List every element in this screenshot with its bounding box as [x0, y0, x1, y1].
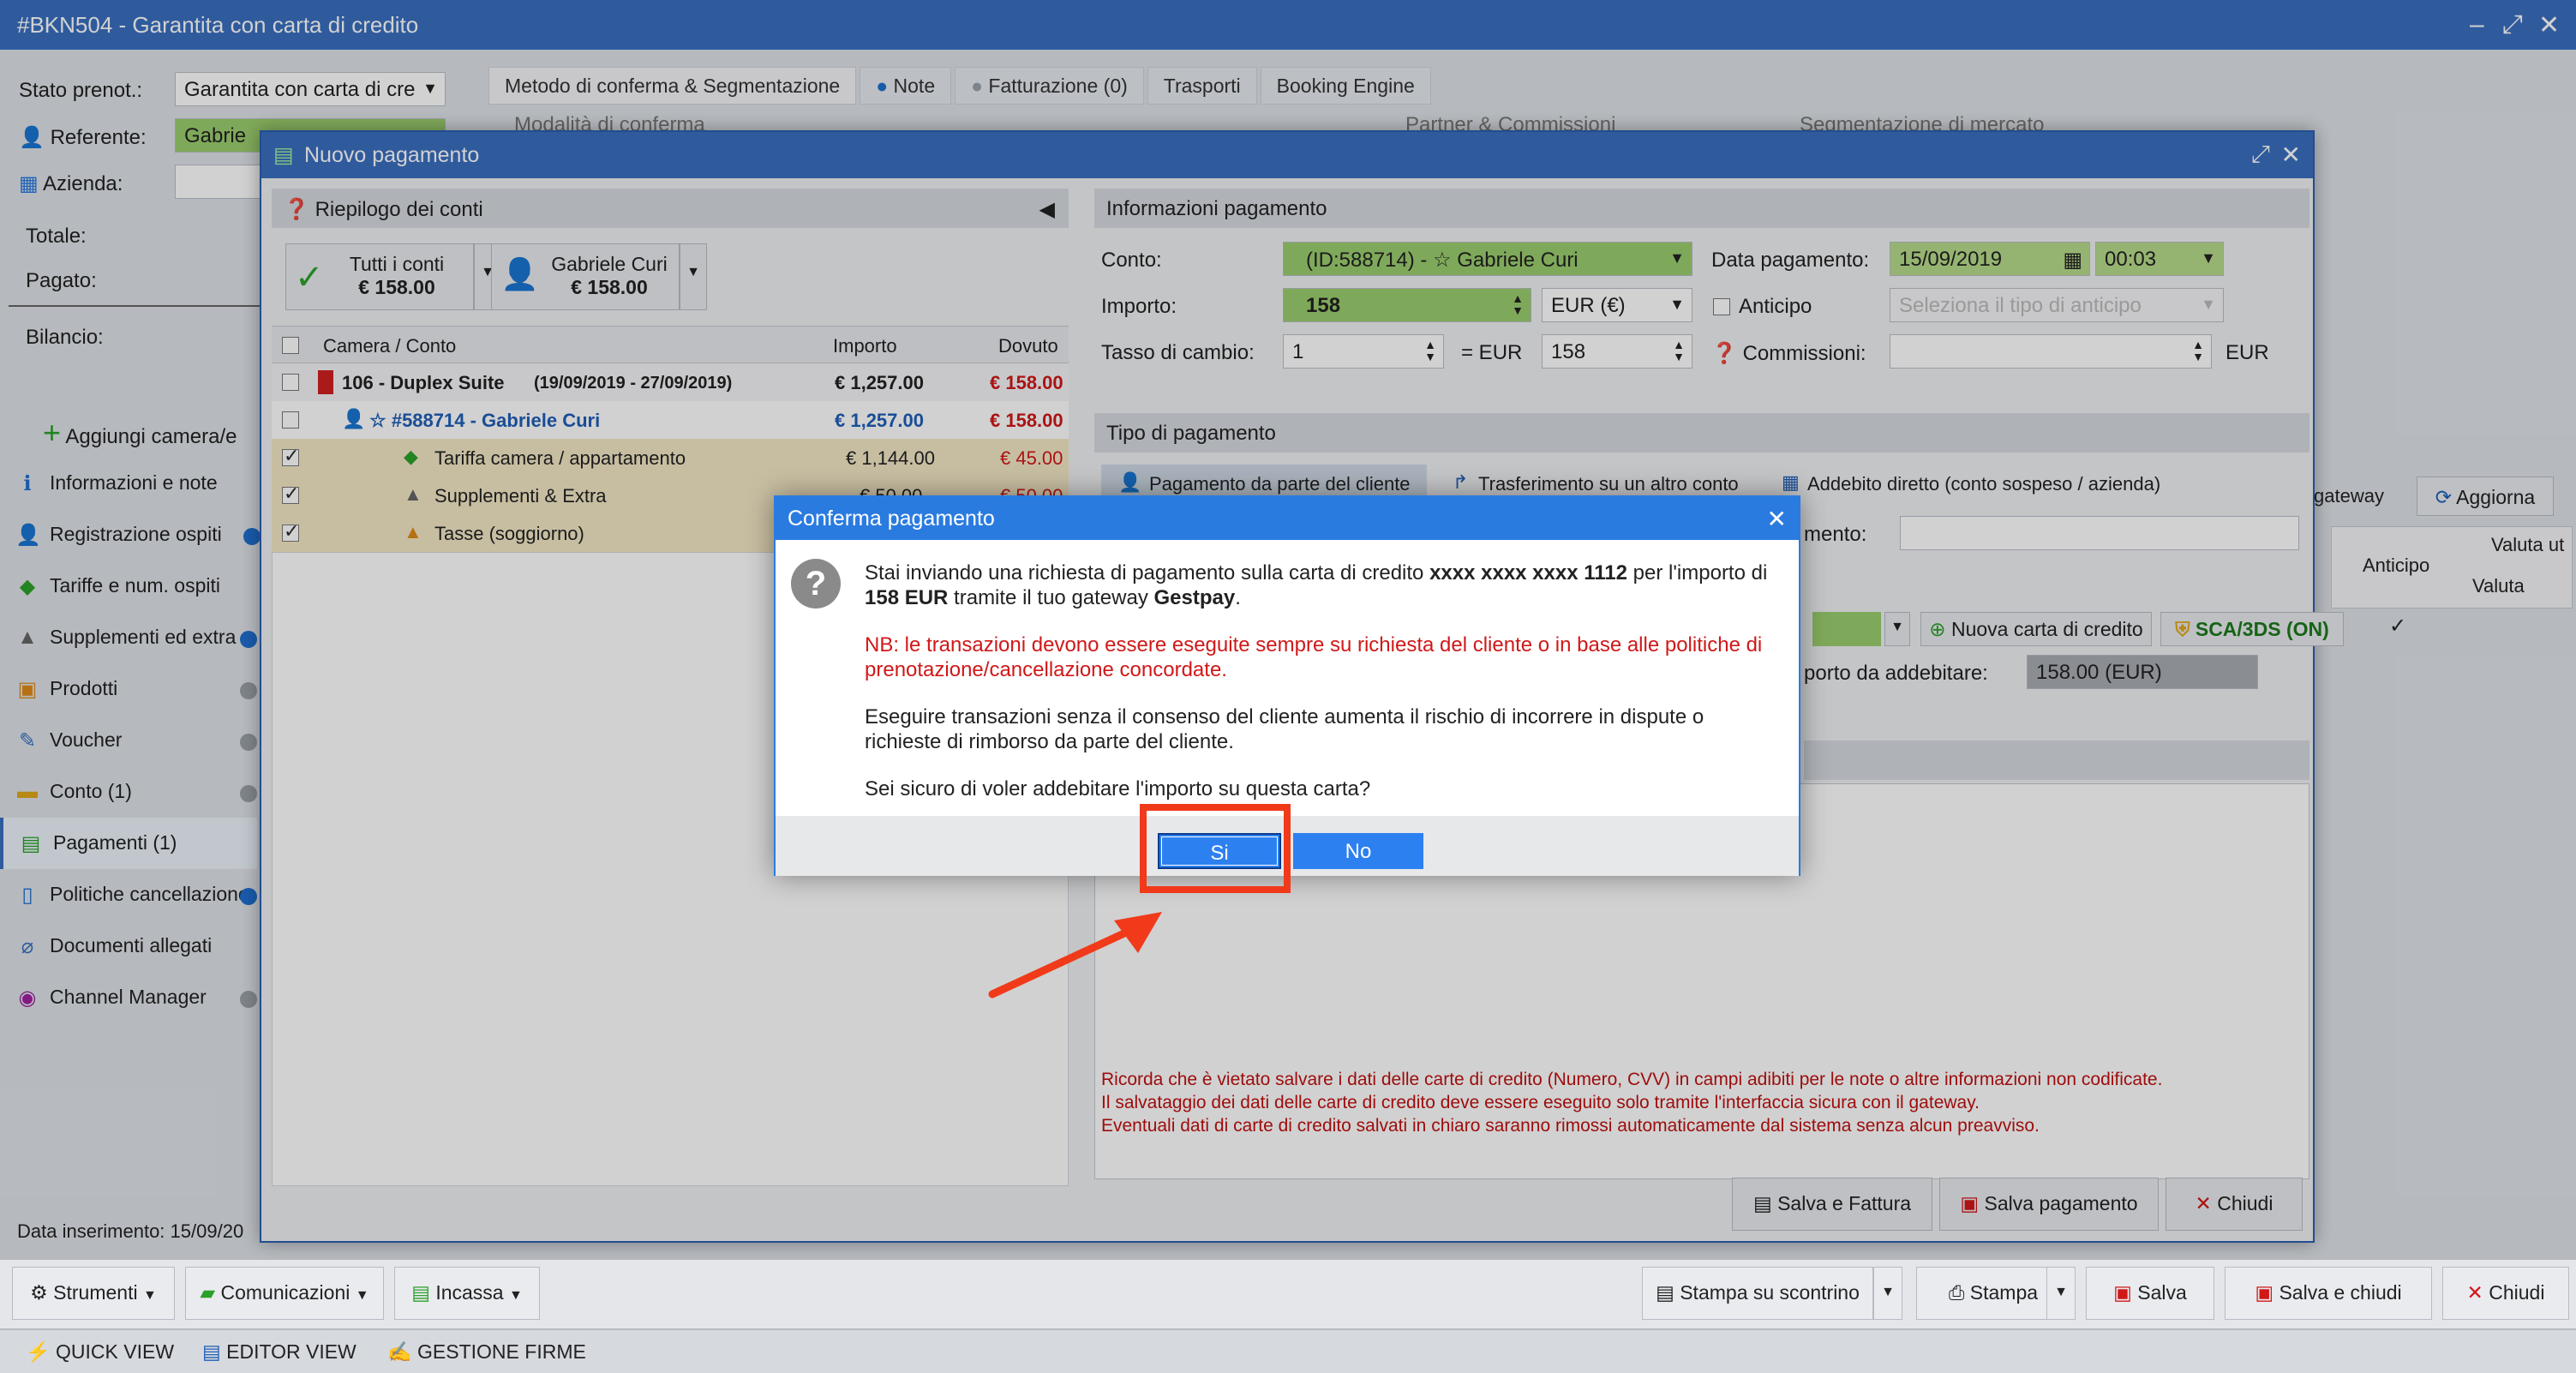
salva-chiudi-button[interactable]: ▣ Salva e chiudi: [2225, 1267, 2432, 1320]
editor-icon: ▤: [202, 1340, 221, 1363]
status-bar: ⚡ QUICK VIEW ▤ EDITOR VIEW ✍ GESTIONE FI…: [0, 1330, 2576, 1373]
signature-icon: ✍: [387, 1340, 412, 1363]
gear-icon: ⚙: [30, 1281, 48, 1304]
annotation-highlight-box: [1140, 804, 1291, 893]
dialog-message: Stai inviando una richiesta di pagamento…: [865, 561, 1782, 824]
money-icon: ▤: [411, 1281, 430, 1304]
dialog-paragraph-3: Eseguire transazioni senza il consenso d…: [865, 705, 1704, 753]
dialog-paragraph-4: Sei sicuro di voler addebitare l'importo…: [865, 777, 1371, 800]
save-icon: ▣: [2255, 1281, 2274, 1304]
comunicazioni-button[interactable]: ▰ Comunicazioni ▼: [185, 1267, 384, 1320]
dialog-paragraph-2: NB: le transazioni devono essere eseguit…: [865, 633, 1763, 681]
close-icon[interactable]: ✕: [1767, 505, 1787, 533]
close-icon: ✕: [2466, 1281, 2483, 1304]
receipt-icon: ▤: [1656, 1281, 1674, 1304]
stampa-scontrino-button[interactable]: ▤ Stampa su scontrino: [1642, 1267, 1873, 1320]
annotation-arrow-icon: [988, 912, 1162, 998]
incassa-button[interactable]: ▤ Incassa ▼: [394, 1267, 540, 1320]
no-button[interactable]: No: [1293, 833, 1423, 869]
lightning-icon: ⚡: [26, 1340, 51, 1363]
editor-view-tab[interactable]: ▤ EDITOR VIEW: [202, 1340, 356, 1364]
dialog-titlebar: Conferma pagamento ✕: [776, 497, 1799, 540]
quick-view-tab[interactable]: ⚡ QUICK VIEW: [26, 1340, 174, 1364]
dialog-title: Conferma pagamento: [788, 507, 995, 531]
bottom-toolbar: ⚙ Strumenti ▼ ▰ Comunicazioni ▼ ▤ Incass…: [0, 1260, 2576, 1328]
chevron-down-icon: ▼: [143, 1288, 157, 1303]
save-icon: ▣: [2113, 1281, 2132, 1304]
chiudi-button[interactable]: ✕ Chiudi: [2442, 1267, 2569, 1320]
dialog-paragraph-1: Stai inviando una richiesta di pagamento…: [865, 561, 1768, 609]
salva-button[interactable]: ▣ Salva: [2086, 1267, 2214, 1320]
scontrino-dropdown-icon[interactable]: ▼: [1873, 1267, 1902, 1320]
stampa-dropdown-icon[interactable]: ▼: [2046, 1267, 2076, 1320]
strumenti-button[interactable]: ⚙ Strumenti ▼: [12, 1267, 175, 1320]
printer-icon: ⎙: [1948, 1281, 1965, 1304]
chevron-down-icon: ▼: [508, 1288, 523, 1303]
chevron-down-icon: ▼: [355, 1288, 369, 1303]
chat-icon: ▰: [200, 1281, 216, 1304]
question-icon: ?: [791, 559, 841, 609]
gestione-firme-tab[interactable]: ✍ GESTIONE FIRME: [387, 1340, 586, 1364]
